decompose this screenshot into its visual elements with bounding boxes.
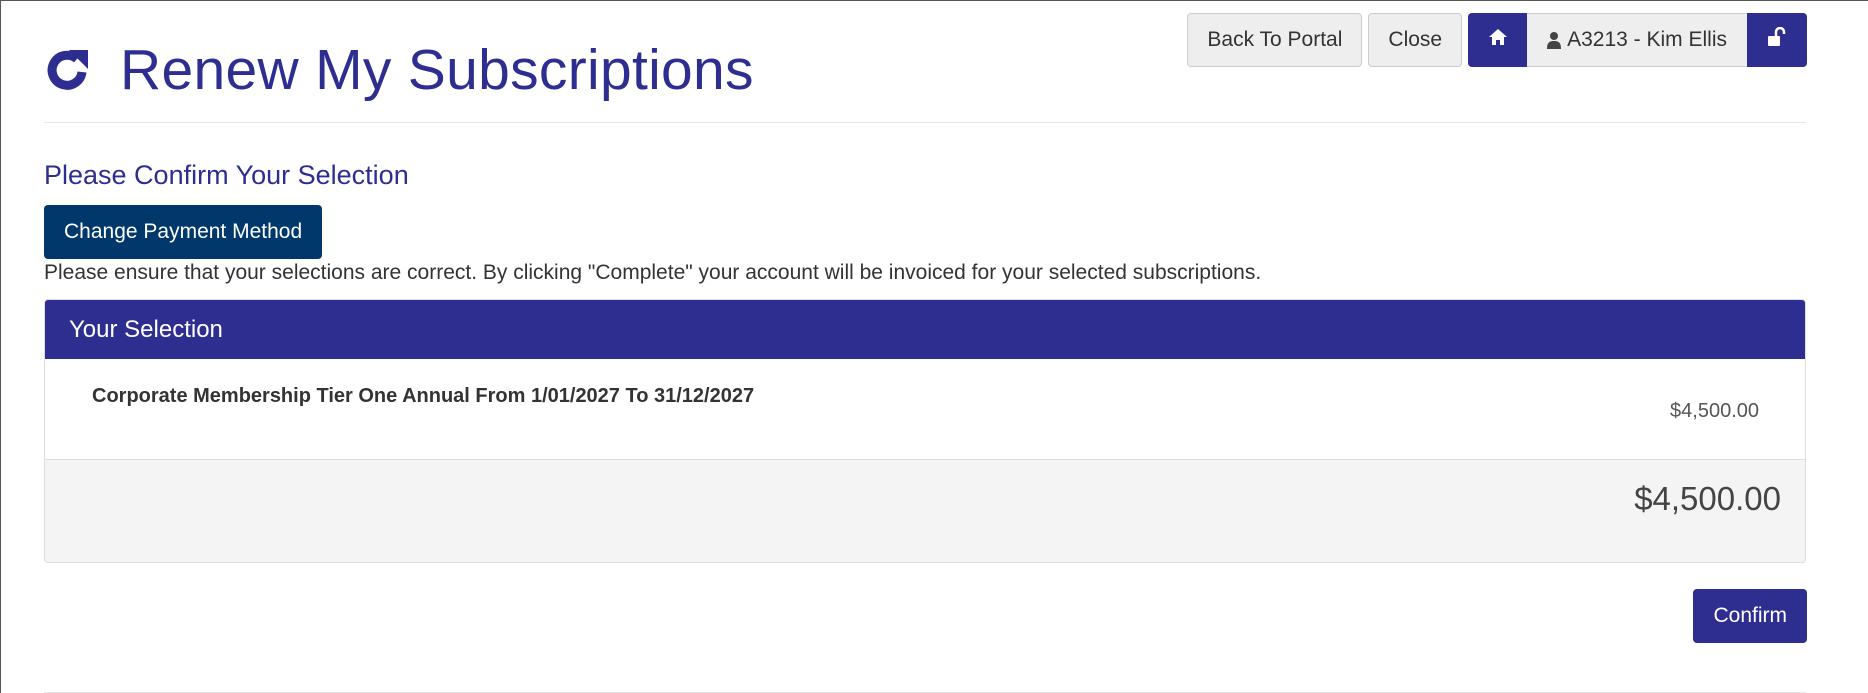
header-divider bbox=[44, 122, 1806, 123]
top-toolbar: Back To Portal Close A3213 - Kim Ellis bbox=[1187, 13, 1807, 67]
confirm-selection-heading: Please Confirm Your Selection bbox=[44, 160, 409, 190]
user-account-button[interactable]: A3213 - Kim Ellis bbox=[1527, 13, 1747, 67]
account-button-group: A3213 - Kim Ellis bbox=[1468, 13, 1807, 67]
total-amount: $4,500.00 bbox=[1634, 480, 1781, 517]
logout-button[interactable] bbox=[1747, 13, 1807, 67]
change-payment-method-button[interactable]: Change Payment Method bbox=[44, 205, 323, 259]
confirm-button[interactable]: Confirm bbox=[1693, 589, 1807, 643]
item-description: Corporate Membership Tier One Annual Fro… bbox=[92, 385, 755, 407]
back-to-portal-button[interactable]: Back To Portal bbox=[1187, 13, 1363, 67]
user-icon bbox=[1547, 31, 1562, 49]
page-title-text: Renew My Subscriptions bbox=[120, 38, 754, 102]
info-text: Please ensure that your selections are c… bbox=[44, 261, 1262, 284]
close-button[interactable]: Close bbox=[1368, 13, 1463, 67]
panel-heading: Your Selection bbox=[45, 300, 1805, 359]
home-icon bbox=[1488, 28, 1508, 52]
refresh-icon bbox=[44, 45, 90, 95]
page-title: Renew My Subscriptions bbox=[44, 30, 754, 110]
home-button[interactable] bbox=[1468, 13, 1528, 67]
unlock-icon bbox=[1766, 26, 1788, 53]
item-price: $4,500.00 bbox=[1670, 400, 1759, 422]
selection-panel: Your Selection Corporate Membership Tier… bbox=[44, 299, 1806, 563]
panel-footer: $4,500.00 bbox=[45, 460, 1805, 562]
list-item: Corporate Membership Tier One Annual Fro… bbox=[45, 359, 1805, 460]
user-label: A3213 - Kim Ellis bbox=[1567, 28, 1727, 51]
